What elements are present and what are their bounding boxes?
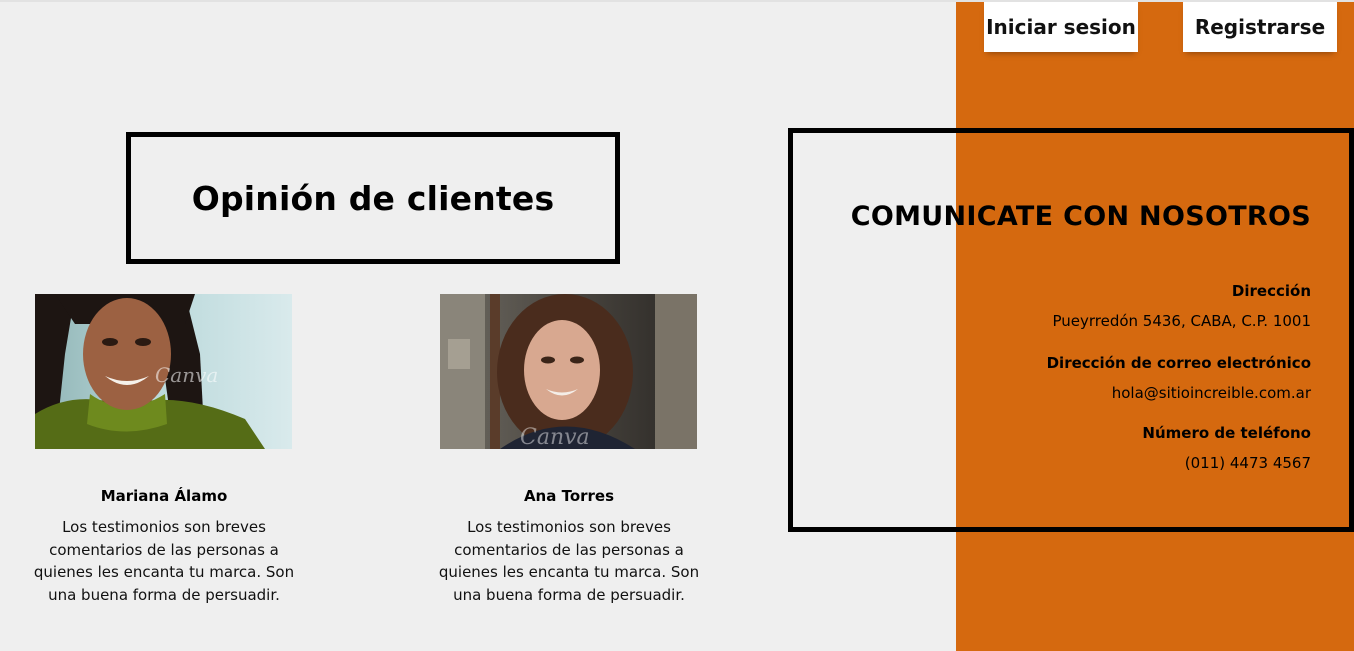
email-label: Dirección de correo electrónico [1046,354,1311,372]
phone-value[interactable]: (011) 4473 4567 [1047,453,1311,473]
email-link[interactable]: hola@sitioincreible.com.ar [1047,383,1311,403]
login-button[interactable]: Iniciar sesion [984,2,1138,52]
register-button[interactable]: Registrarse [1183,2,1337,52]
testimonials-title-box: Opinión de clientes [126,132,620,264]
contact-box: COMUNICATE CON NOSOTROS Dirección Pueyrr… [788,128,1354,532]
testimonial-photo-2: Canva [440,294,697,449]
address-label: Dirección [1231,282,1311,300]
canva-watermark: Canva [155,363,218,387]
canva-watermark: Canva [520,425,590,449]
phone-label: Número de teléfono [1142,424,1311,442]
testimonial-name: Mariana Álamo [100,487,228,505]
testimonial-photo-1: Canva [35,294,292,449]
testimonial-card-2: Ana Torres Los testimonios son breves co… [429,486,709,606]
contact-title: COMUNICATE CON NOSOTROS [850,201,1311,232]
testimonial-text: Los testimonios son breves comentarios d… [33,518,295,604]
address-value: Pueyrredón 5436, CABA, C.P. 1001 [1052,312,1311,330]
testimonial-name: Ana Torres [523,487,615,505]
testimonial-text: Los testimonios son breves comentarios d… [438,518,700,604]
testimonials-title: Opinión de clientes [191,178,555,218]
testimonial-card-1: Mariana Álamo Los testimonios son breves… [24,486,304,606]
contact-details: Dirección Pueyrredón 5436, CABA, C.P. 10… [1047,281,1311,473]
